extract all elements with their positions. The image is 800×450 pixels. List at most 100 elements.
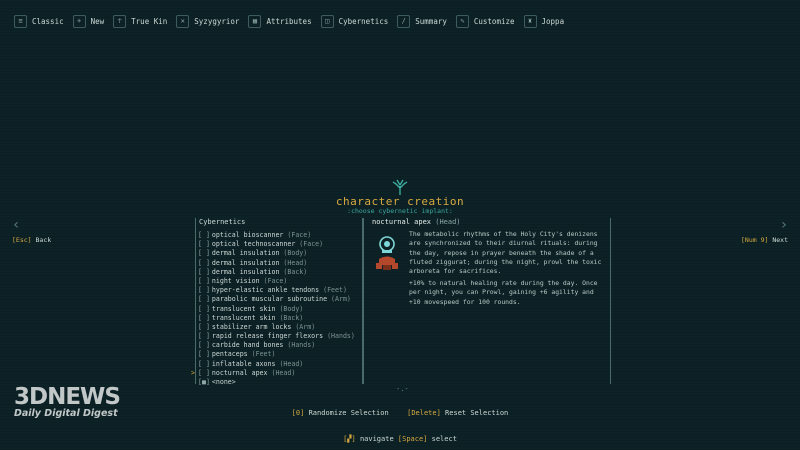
watermark-logo: 3DNEWS Daily Digital Digest (14, 384, 124, 432)
tab-label: Cybernetics (338, 16, 389, 26)
detail-description: The metabolic rhythms of the Holy City's… (409, 230, 602, 276)
back-nav[interactable]: ‹ [Esc] Back (12, 218, 72, 244)
item-name: carbide hand bones (211, 341, 284, 350)
attributes-icon: ▦ (248, 14, 262, 28)
tab-cybernetics[interactable]: ◫ Cybernetics (320, 14, 389, 28)
tab-new[interactable]: + New (72, 14, 105, 28)
select-key: [Space] (397, 435, 428, 443)
checkbox[interactable]: [ ] (198, 231, 210, 239)
list-item[interactable]: [ ] night vision (Face) (198, 277, 355, 286)
randomize-label: Randomize Selection (308, 409, 389, 417)
plus-icon: + (72, 14, 86, 28)
list-item[interactable]: [ ] dermal insulation (Head) (198, 259, 355, 268)
list-item[interactable]: [ ] inflatable axons (Head) (198, 360, 355, 369)
item-slot: (Head) (271, 368, 296, 377)
item-name: stabilizer arm locks (211, 322, 292, 331)
list-item[interactable]: [■] <none> (198, 378, 355, 387)
checkbox[interactable]: [ ] (198, 295, 210, 303)
detail-effect: +10% to natural healing rate during the … (409, 279, 598, 306)
item-slot: (Face) (287, 231, 312, 239)
list-item[interactable]: [ ] translucent skin (Body) (198, 305, 355, 314)
item-name: dermal insulation (211, 267, 280, 276)
item-slot: (Body) (283, 249, 308, 258)
list-item[interactable]: [ ] stabilizer arm locks (Arm) (198, 323, 355, 332)
tab-label: Summary (415, 16, 447, 26)
list-item[interactable]: [ ] pentaceps (Feet) (198, 350, 355, 359)
checkbox[interactable]: [ ] (198, 249, 210, 257)
checkbox[interactable]: [ ] (198, 360, 210, 368)
tab-customize[interactable]: ✎ Customize (455, 14, 515, 28)
tab-label: New (90, 16, 105, 26)
navigate-label: navigate (359, 435, 394, 443)
list-item[interactable]: [ ] dermal insulation (Body) (198, 249, 355, 258)
chevron-left-icon: ‹ (12, 217, 21, 233)
item-name: dermal insulation (211, 258, 280, 267)
tab-syzygyrior[interactable]: ✕ Syzygyrior (176, 14, 239, 28)
item-name: parabolic muscular subroutine (211, 295, 328, 304)
nocturnal-apex-icon (376, 236, 398, 270)
checkbox[interactable]: [ ] (198, 259, 210, 267)
item-name: translucent skin (211, 313, 276, 322)
page-subtitle: :choose cybernetic implant: (347, 207, 453, 215)
next-nav[interactable]: › [Num 9] Next (718, 218, 788, 244)
checkbox[interactable]: [ ] (198, 268, 210, 276)
checkbox[interactable]: [ ] (198, 369, 210, 377)
tab-joppa[interactable]: ♜ Joppa (523, 14, 565, 28)
item-name: <none> (211, 378, 236, 386)
next-label: [Num 9] Next (718, 236, 788, 244)
randomize-button[interactable]: [0] Randomize Selection (292, 409, 393, 417)
tab-label: True Kin (131, 16, 168, 26)
checkbox[interactable]: [■] (198, 378, 210, 386)
list-title: Cybernetics (199, 218, 249, 226)
more-indicator: -.- (396, 385, 409, 393)
item-slot: (Back) (279, 313, 304, 322)
list-item[interactable]: [ ] hyper-elastic ankle tendons (Feet) (198, 286, 355, 295)
checkbox[interactable]: [ ] (198, 332, 210, 340)
list-item[interactable]: [ ] translucent skin (Back) (198, 314, 355, 323)
next-key: [Num 9] (741, 236, 769, 244)
item-name: nocturnal apex (211, 368, 268, 377)
tab-label: Customize (473, 16, 515, 26)
detail-name: nocturnal apex (372, 218, 432, 226)
tab-classic[interactable]: ≡ Classic (14, 14, 64, 28)
cybernetics-list-panel: Cybernetics [ ] optical bioscanner (Face)… (191, 218, 363, 387)
list-item[interactable]: [ ] rapid release finger flexors (Hands) (198, 332, 355, 341)
tab-true-kin[interactable]: ☥ True Kin (113, 14, 168, 28)
tab-label: Joppa (541, 16, 565, 26)
checkbox[interactable]: [ ] (198, 277, 210, 285)
list-item[interactable]: [ ] carbide hand bones (Hands) (198, 341, 355, 350)
checkbox[interactable]: [ ] (198, 305, 210, 313)
item-name: translucent skin (211, 304, 276, 313)
list-item[interactable]: [ ] dermal insulation (Back) (198, 268, 355, 277)
cybernetics-list: [ ] optical bioscanner (Face)[ ] optical t… (191, 231, 355, 387)
watermark-brand: 3DNEWS (14, 384, 121, 410)
item-slot: (Arm) (295, 322, 316, 331)
list-item[interactable]: [ ] parabolic muscular subroutine (Arm) (198, 295, 355, 304)
checkbox[interactable]: [ ] (198, 286, 210, 294)
list-item[interactable]: >[ ] nocturnal apex (Head) (191, 368, 355, 378)
tab-label: Attributes (266, 16, 312, 26)
item-slot: (Face) (263, 276, 288, 285)
item-slot: (Body) (279, 304, 304, 313)
dpad-icon: [▞] (343, 435, 356, 443)
back-label: [Esc] Back (12, 236, 72, 244)
checkbox[interactable]: [ ] (198, 323, 210, 331)
checkbox[interactable]: [ ] (198, 350, 210, 358)
item-slot: (Feet) (323, 286, 347, 295)
checkbox[interactable]: [ ] (198, 314, 210, 322)
person-icon: ☥ (113, 14, 127, 28)
checkbox[interactable]: [ ] (198, 341, 210, 349)
chevron-right-icon: › (779, 217, 788, 233)
top-tab-bar: ≡ Classic + New ☥ True Kin ✕ Syzygyrior … (14, 12, 573, 30)
item-name: optical technoscanner (211, 240, 296, 249)
list-item[interactable]: [ ] optical technoscanner (Face) (198, 240, 355, 249)
item-slot: (Head) (283, 258, 308, 267)
tab-summary[interactable]: / Summary (397, 14, 447, 28)
back-key: [Esc] (12, 236, 32, 244)
reset-button[interactable]: [Delete] Reset Selection (407, 409, 508, 417)
page-icon: / (397, 14, 411, 28)
watermark-tagline: Daily Digital Digest (14, 408, 118, 419)
list-item[interactable]: [ ] optical bioscanner (Face) (198, 231, 355, 240)
checkbox[interactable]: [ ] (198, 240, 210, 248)
tab-attributes[interactable]: ▦ Attributes (248, 14, 312, 28)
